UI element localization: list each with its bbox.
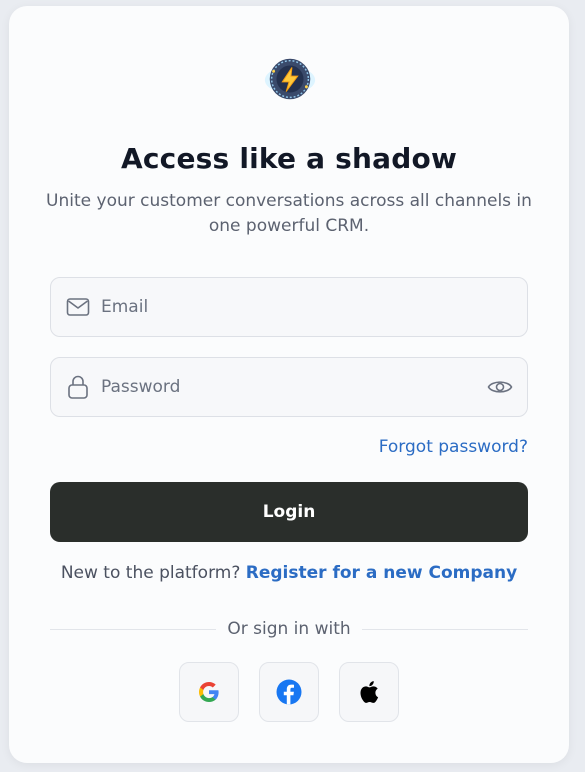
divider-line-right: [361, 628, 529, 630]
email-field[interactable]: [50, 277, 528, 337]
google-signin-button[interactable]: [179, 662, 239, 722]
facebook-icon: [276, 679, 302, 705]
register-prompt-text: New to the platform?: [60, 563, 241, 583]
facebook-signin-button[interactable]: [259, 662, 319, 722]
divider: Or sign in with: [50, 617, 529, 641]
apple-icon: [360, 681, 379, 703]
email-input[interactable]: [101, 278, 527, 336]
brand-logo: [262, 56, 318, 104]
divider-label: Or sign in with: [227, 619, 351, 639]
mail-icon: [66, 295, 90, 319]
apple-signin-button[interactable]: [339, 662, 399, 722]
login-card: Access like a shadow Unite your customer…: [9, 6, 569, 763]
register-link[interactable]: Register for a new Company: [246, 563, 517, 583]
forgot-password-link[interactable]: Forgot password?: [379, 437, 528, 457]
password-input[interactable]: [101, 358, 487, 416]
google-icon: [199, 682, 219, 702]
login-button[interactable]: Login: [50, 482, 528, 542]
eye-icon[interactable]: [487, 374, 513, 400]
lock-icon: [66, 375, 90, 399]
page-title: Access like a shadow: [120, 142, 458, 175]
divider-line-left: [50, 628, 217, 630]
register-prompt: New to the platform? Register for a new …: [9, 563, 569, 583]
page-subtitle: Unite your customer conversations across…: [46, 191, 532, 236]
password-field[interactable]: [50, 357, 528, 417]
